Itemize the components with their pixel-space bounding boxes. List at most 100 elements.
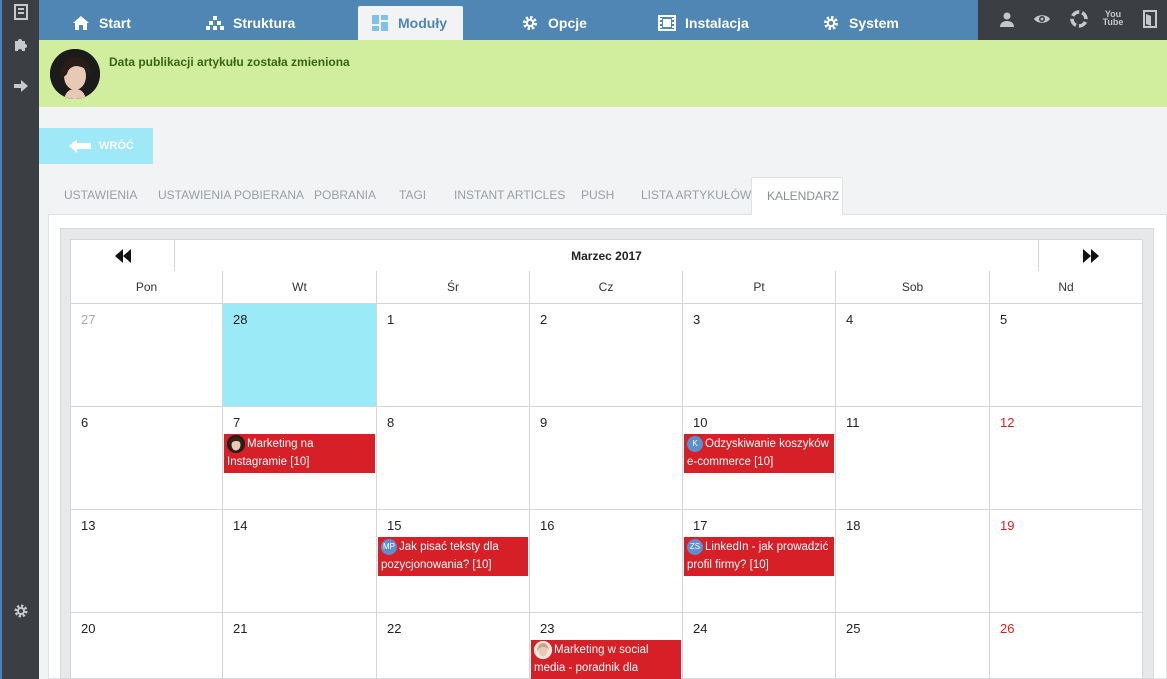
back-button[interactable]: WRÓĆ xyxy=(39,128,153,164)
tab-moduly[interactable]: Moduły xyxy=(358,6,463,40)
weekday-header: Sob xyxy=(836,271,990,304)
gear-icon[interactable] xyxy=(12,602,30,620)
calendar-day-cell[interactable]: 1 xyxy=(377,304,530,407)
tab-label: Opcje xyxy=(548,15,587,31)
calendar-day-cell[interactable]: 4 xyxy=(836,304,990,407)
tab-label: Instalacja xyxy=(685,15,749,31)
lifebuoy-icon[interactable] xyxy=(1069,10,1089,28)
top-navigation: Start Struktura Moduły Opcje Instalacja … xyxy=(39,0,978,40)
day-number: 28 xyxy=(233,312,248,327)
day-number: 1 xyxy=(387,312,395,327)
calendar-day-cell[interactable]: 19 xyxy=(990,510,1143,613)
day-number: 10 xyxy=(693,415,708,430)
tab-label: System xyxy=(849,15,899,31)
sitemap-icon xyxy=(206,14,224,32)
calendar-day-cell[interactable]: 10 K Odzyskiwanie koszyków e-commerce [10] xyxy=(683,407,836,510)
calendar-day-cell[interactable]: 5 xyxy=(990,304,1143,407)
puzzle-icon[interactable] xyxy=(12,35,30,53)
document-icon[interactable] xyxy=(12,3,30,21)
arrow-left-icon xyxy=(69,139,91,153)
calendar-day-cell[interactable]: 16 xyxy=(530,510,683,613)
calendar-day-cell[interactable]: 3 xyxy=(683,304,836,407)
calendar-day-cell[interactable]: 26 xyxy=(990,613,1143,679)
day-number: 4 xyxy=(846,312,854,327)
prev-month-button[interactable] xyxy=(71,240,175,271)
youtube-icon[interactable]: You Tube xyxy=(1102,9,1124,27)
day-number: 8 xyxy=(387,415,395,430)
tab-instant-articles[interactable]: INSTANT ARTICLES xyxy=(454,188,565,202)
event-author-initials: K xyxy=(687,435,703,452)
calendar-day-cell[interactable]: 15 MP Jak pisać teksty dla pozycjonowania?… xyxy=(377,510,530,613)
calendar-day-cell[interactable]: 2 xyxy=(530,304,683,407)
double-left-arrow-icon xyxy=(114,248,132,263)
eye-icon[interactable] xyxy=(1032,10,1052,28)
calendar-day-cell[interactable]: 24 xyxy=(683,613,836,679)
logout-icon[interactable] xyxy=(1140,10,1160,28)
back-button-label: WRÓĆ xyxy=(99,140,134,152)
tab-instalacja[interactable]: Instalacja xyxy=(658,6,749,40)
tab-kalendarz[interactable]: KALENDARZ xyxy=(751,177,843,215)
calendar-day-cell[interactable]: 13 xyxy=(70,510,223,613)
calendar-day-cell[interactable]: 6 xyxy=(70,407,223,510)
calendar-day-cell[interactable]: 11 xyxy=(836,407,990,510)
tab-tagi[interactable]: TAGI xyxy=(399,188,426,202)
calendar-day-cell[interactable]: 21 xyxy=(223,613,377,679)
day-number: 5 xyxy=(1000,312,1008,327)
day-number: 11 xyxy=(846,415,860,430)
calendar-day-cell[interactable]: 25 xyxy=(836,613,990,679)
arrow-right-icon[interactable] xyxy=(12,77,30,95)
calendar-day-cell[interactable]: 12 xyxy=(990,407,1143,510)
tab-push[interactable]: PUSH xyxy=(581,188,614,202)
next-month-button[interactable] xyxy=(1038,240,1142,271)
weekday-header: Wt xyxy=(223,271,377,304)
day-number: 18 xyxy=(846,518,861,533)
day-number: 3 xyxy=(693,312,701,327)
home-icon xyxy=(72,14,90,32)
day-number: 25 xyxy=(846,621,861,636)
calendar-event[interactable]: Marketing na Instagramie [10] xyxy=(224,434,375,474)
calendar-event[interactable]: ZS LinkedIn - jak prowadzić profil firmy?… xyxy=(684,537,834,576)
calendar-day-cell[interactable]: 14 xyxy=(223,510,377,613)
day-number: 16 xyxy=(540,518,555,533)
event-title: LinkedIn - jak prowadzić profil firmy? [… xyxy=(687,541,829,571)
calendar-day-cell[interactable]: 17 ZS LinkedIn - jak prowadzić profil firm… xyxy=(683,510,836,613)
calendar-day-cell[interactable]: 8 xyxy=(377,407,530,510)
event-author-initials: MP xyxy=(381,538,397,555)
day-number: 14 xyxy=(233,518,248,533)
calendar-event[interactable]: K Odzyskiwanie koszyków e-commerce [10] xyxy=(684,434,834,473)
tab-struktura[interactable]: Struktura xyxy=(206,6,295,40)
calendar-event[interactable]: MP Jak pisać teksty dla pozycjonowania? [… xyxy=(378,537,528,576)
day-number: 21 xyxy=(233,621,248,636)
calendar-day-cell[interactable]: 23 Marketing w social media - poradnik dl… xyxy=(530,613,683,679)
calendar-day-cell[interactable]: 27 xyxy=(70,304,223,407)
calendar-day-cell[interactable]: 20 xyxy=(70,613,223,679)
tab-label: Moduły xyxy=(398,15,447,31)
day-number: 24 xyxy=(693,621,708,636)
day-number: 27 xyxy=(81,312,96,327)
calendar-header: Marzec 2017 xyxy=(70,239,1143,272)
day-number: 15 xyxy=(387,518,402,533)
calendar-day-cell[interactable]: 22 xyxy=(377,613,530,679)
calendar-day-cell[interactable]: 18 xyxy=(836,510,990,613)
tab-pobrania[interactable]: POBRANIA xyxy=(314,188,376,202)
tab-ustawienia[interactable]: USTAWIENIA xyxy=(64,188,137,202)
gear-icon xyxy=(822,14,840,32)
tab-ustawienia-pobierana[interactable]: USTAWIENIA POBIERANA xyxy=(158,188,304,202)
day-number: 22 xyxy=(387,621,402,636)
double-right-arrow-icon xyxy=(1082,248,1100,263)
tab-system[interactable]: System xyxy=(822,6,899,40)
event-title: Odzyskiwanie koszyków e-commerce [10] xyxy=(687,438,829,468)
left-sidebar xyxy=(0,0,39,679)
tab-lista-artykulow[interactable]: LISTA ARTYKUŁÓW xyxy=(641,188,751,202)
calendar-event[interactable]: Marketing w social media - poradnik dla xyxy=(531,640,681,679)
tab-start[interactable]: Start xyxy=(72,6,131,40)
user-icon[interactable] xyxy=(997,10,1017,28)
tab-opcje[interactable]: Opcje xyxy=(521,6,587,40)
event-author-avatar xyxy=(227,435,245,453)
calendar-day-cell[interactable]: 28 xyxy=(223,304,377,407)
day-number: 19 xyxy=(1000,518,1015,533)
youtube-icon-text: You Tube xyxy=(1102,9,1124,27)
calendar-day-cell[interactable]: 9 xyxy=(530,407,683,510)
calendar-day-cell[interactable]: 7 Marketing na Instagramie [10] xyxy=(223,407,377,510)
top-right-toolbar: You Tube xyxy=(978,0,1167,40)
